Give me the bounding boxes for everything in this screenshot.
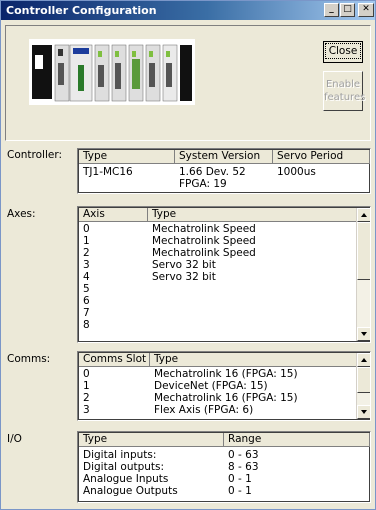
io-row-range: 0 - 1	[228, 485, 252, 497]
io-row-type: Analogue Outputs	[83, 485, 178, 497]
io-row-type: Digital outputs:	[83, 461, 165, 473]
title-bar-buttons: _ □ ✕	[324, 3, 374, 17]
arrow-down-icon	[361, 332, 367, 336]
arrow-up-icon	[361, 358, 367, 362]
axes-row-axis[interactable]: 6	[79, 295, 90, 307]
axes-table: Axis Type 0 Mechatrolink Speed 1 Mechatr…	[77, 206, 371, 343]
axes-row-type[interactable]: Mechatrolink Speed	[148, 247, 256, 259]
axes-header-axis[interactable]: Axis	[79, 208, 148, 222]
axes-row-axis[interactable]: 0	[79, 223, 90, 235]
title-bar[interactable]: Controller Configuration _ □ ✕	[1, 1, 375, 20]
io-row-range: 0 - 63	[228, 449, 259, 461]
controller-servo-period-value: 1000us	[277, 166, 316, 178]
close-button-label: Close	[324, 43, 362, 59]
window-title: Controller Configuration	[6, 4, 157, 17]
controller-version-value: 1.66 Dev. 52	[179, 166, 246, 178]
controller-table: Type System Version Servo Period TJ1-MC1…	[77, 148, 371, 194]
axes-header-type[interactable]: Type	[148, 208, 357, 222]
controller-header-system-version[interactable]: System Version	[175, 150, 273, 164]
comms-row-type[interactable]: Mechatrolink 16 (FPGA: 15)	[150, 392, 298, 404]
arrow-down-icon	[361, 410, 367, 414]
io-header-range[interactable]: Range	[224, 433, 370, 447]
comms-row-slot[interactable]: 2	[79, 392, 90, 404]
axes-row-type[interactable]: Servo 32 bit	[148, 259, 216, 271]
comms-label: Comms:	[7, 353, 51, 365]
axes-row-axis[interactable]: 4	[79, 271, 90, 283]
io-row-type: Digital inputs:	[83, 449, 157, 461]
comms-row-type[interactable]: Mechatrolink 16 (FPGA: 15)	[150, 368, 298, 380]
controller-configuration-window: Controller Configuration _ □ ✕ Close Ena…	[0, 0, 376, 510]
comms-scroll-up-button[interactable]	[357, 353, 370, 367]
comms-header-slot[interactable]: Comms Slot	[79, 353, 150, 367]
comms-row-slot[interactable]: 3	[79, 404, 90, 416]
arrow-up-icon	[361, 213, 367, 217]
comms-header-type[interactable]: Type	[150, 353, 357, 367]
comms-table: Comms Slot Type 0 Mechatrolink 16 (FPGA:…	[77, 351, 371, 421]
axes-row-axis[interactable]: 8	[79, 319, 90, 331]
io-row-range: 0 - 1	[228, 473, 252, 485]
axes-row-type[interactable]: Mechatrolink Speed	[148, 235, 256, 247]
io-table: Type Range Digital inputs: 0 - 63 Digita…	[77, 431, 371, 503]
enable-features-label-line2: features	[324, 92, 366, 103]
axes-row-axis[interactable]: 1	[79, 235, 90, 247]
comms-scrollbar[interactable]	[356, 353, 370, 419]
controller-hardware-icon	[29, 39, 195, 105]
minimize-button[interactable]: _	[324, 3, 339, 17]
axes-row-axis[interactable]: 2	[79, 247, 90, 259]
io-label: I/O	[7, 433, 22, 445]
controller-header-servo-period[interactable]: Servo Period	[273, 150, 370, 164]
comms-row-type[interactable]: DeviceNet (FPGA: 15)	[150, 380, 268, 392]
axes-row-axis[interactable]: 5	[79, 283, 90, 295]
controller-label: Controller:	[7, 149, 63, 161]
comms-scroll-thumb[interactable]	[357, 367, 370, 393]
controller-header-type[interactable]: Type	[79, 150, 175, 164]
enable-features-button[interactable]: Enable features	[323, 71, 366, 111]
comms-row-slot[interactable]: 0	[79, 368, 90, 380]
axes-label: Axes:	[7, 208, 36, 220]
close-window-button[interactable]: ✕	[358, 3, 374, 17]
axes-row-axis[interactable]: 3	[79, 259, 90, 271]
close-button[interactable]: Close	[323, 41, 363, 63]
axes-scroll-down-button[interactable]	[357, 327, 370, 341]
io-row-range: 8 - 63	[228, 461, 259, 473]
comms-row-slot[interactable]: 1	[79, 380, 90, 392]
axes-scroll-up-button[interactable]	[357, 208, 370, 222]
controller-type-value: TJ1-MC16	[83, 166, 133, 178]
io-header-type[interactable]: Type	[79, 433, 224, 447]
controller-fpga-value: FPGA: 19	[179, 178, 227, 190]
io-row-type: Analogue Inputs	[83, 473, 169, 485]
comms-scroll-down-button[interactable]	[357, 405, 370, 419]
axes-row-type[interactable]: Mechatrolink Speed	[148, 223, 256, 235]
comms-row-type[interactable]: Flex Axis (FPGA: 6)	[150, 404, 253, 416]
axes-row-type[interactable]: Servo 32 bit	[148, 271, 216, 283]
enable-features-label-line1: Enable	[325, 79, 361, 90]
axes-row-axis[interactable]: 7	[79, 307, 90, 319]
axes-scrollbar[interactable]	[356, 208, 370, 341]
axes-scroll-thumb[interactable]	[357, 222, 370, 280]
maximize-button[interactable]: □	[340, 3, 355, 17]
